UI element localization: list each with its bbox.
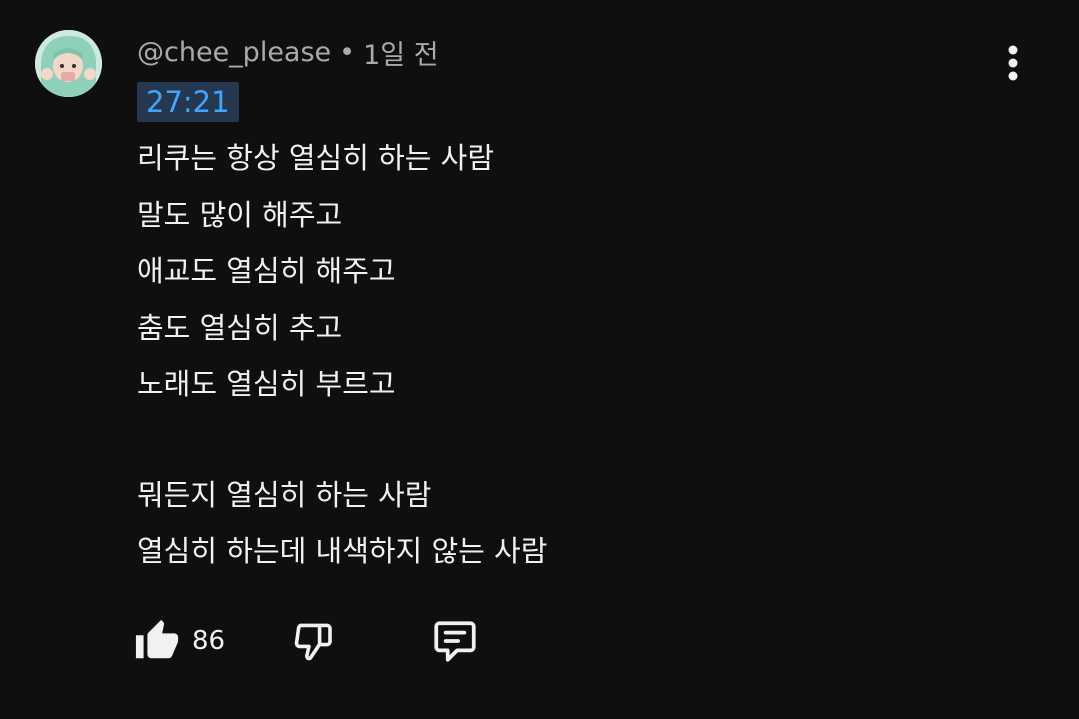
comment-line: 노래도 열심히 부르고 [137, 367, 396, 401]
thumbs-up-icon [135, 619, 179, 659]
separator-dot: • [339, 36, 356, 68]
comment-line: 춤도 열심히 추고 [137, 310, 343, 345]
comment-blank-line [137, 413, 1017, 467]
comment-line: 애교도 열심히 해주고 [137, 254, 396, 288]
comment-icon [434, 621, 476, 662]
comment-text: 리쿠는 항상 열심히 하는 사람 말도 많이 해주고 애교도 열심히 해주고 춤… [137, 130, 1017, 580]
comment-line: 말도 많이 해주고 [137, 197, 343, 232]
comment-line: 열심히 하는데 내색하지 않는 사람 [137, 534, 548, 568]
thumbs-down-icon [294, 623, 332, 661]
comment-actions: 86 [134, 612, 534, 670]
more-options-button[interactable] [996, 40, 1030, 86]
like-count: 86 [192, 626, 226, 656]
dislike-button[interactable] [292, 612, 340, 670]
comment-line: 리쿠는 항상 열심히 하는 사람 [137, 141, 495, 175]
author-name[interactable]: @chee_please [137, 37, 331, 68]
comment-header: @chee_please • 1일 전 [137, 30, 439, 74]
timestamp-link[interactable]: 27:21 [137, 82, 239, 122]
like-button[interactable]: 86 [134, 612, 225, 670]
more-vert-icon [1008, 45, 1018, 81]
comment-line: 뭐든지 열심히 하는 사람 [137, 477, 432, 512]
avatar[interactable] [35, 30, 102, 97]
reply-button[interactable] [430, 612, 480, 670]
time-ago: 1일 전 [363, 39, 439, 71]
